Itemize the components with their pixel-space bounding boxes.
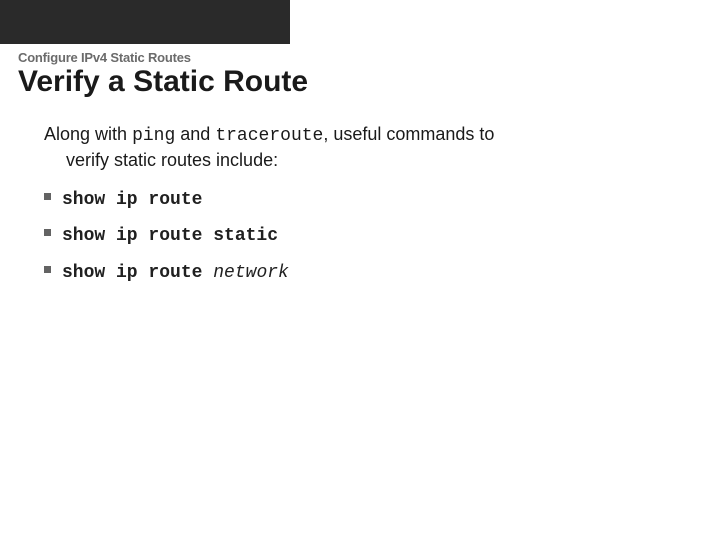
intro-text-mid: and bbox=[175, 124, 215, 144]
intro-text-post1: , useful commands to bbox=[323, 124, 494, 144]
decorative-top-bar bbox=[0, 0, 290, 44]
intro-text-post2: verify static routes include: bbox=[44, 148, 690, 172]
slide-header: Configure IPv4 Static Routes Verify a St… bbox=[0, 44, 720, 100]
command-list: show ip route show ip route static show … bbox=[44, 186, 690, 285]
intro-cmd-ping: ping bbox=[132, 126, 175, 146]
eyebrow-text: Configure IPv4 Static Routes bbox=[18, 50, 720, 65]
intro-paragraph: Along with ping and traceroute, useful c… bbox=[44, 122, 690, 173]
command-text: show ip route static bbox=[62, 226, 278, 246]
page-title: Verify a Static Route bbox=[18, 65, 720, 100]
intro-cmd-traceroute: traceroute bbox=[215, 126, 323, 146]
command-text: show ip route bbox=[62, 190, 202, 210]
intro-text-pre: Along with bbox=[44, 124, 132, 144]
list-item: show ip route bbox=[44, 186, 690, 212]
slide-body: Along with ping and traceroute, useful c… bbox=[0, 100, 720, 285]
command-text: show ip route bbox=[62, 263, 213, 283]
list-item: show ip route static bbox=[44, 222, 690, 248]
command-param: network bbox=[213, 263, 289, 283]
list-item: show ip route network bbox=[44, 259, 690, 285]
